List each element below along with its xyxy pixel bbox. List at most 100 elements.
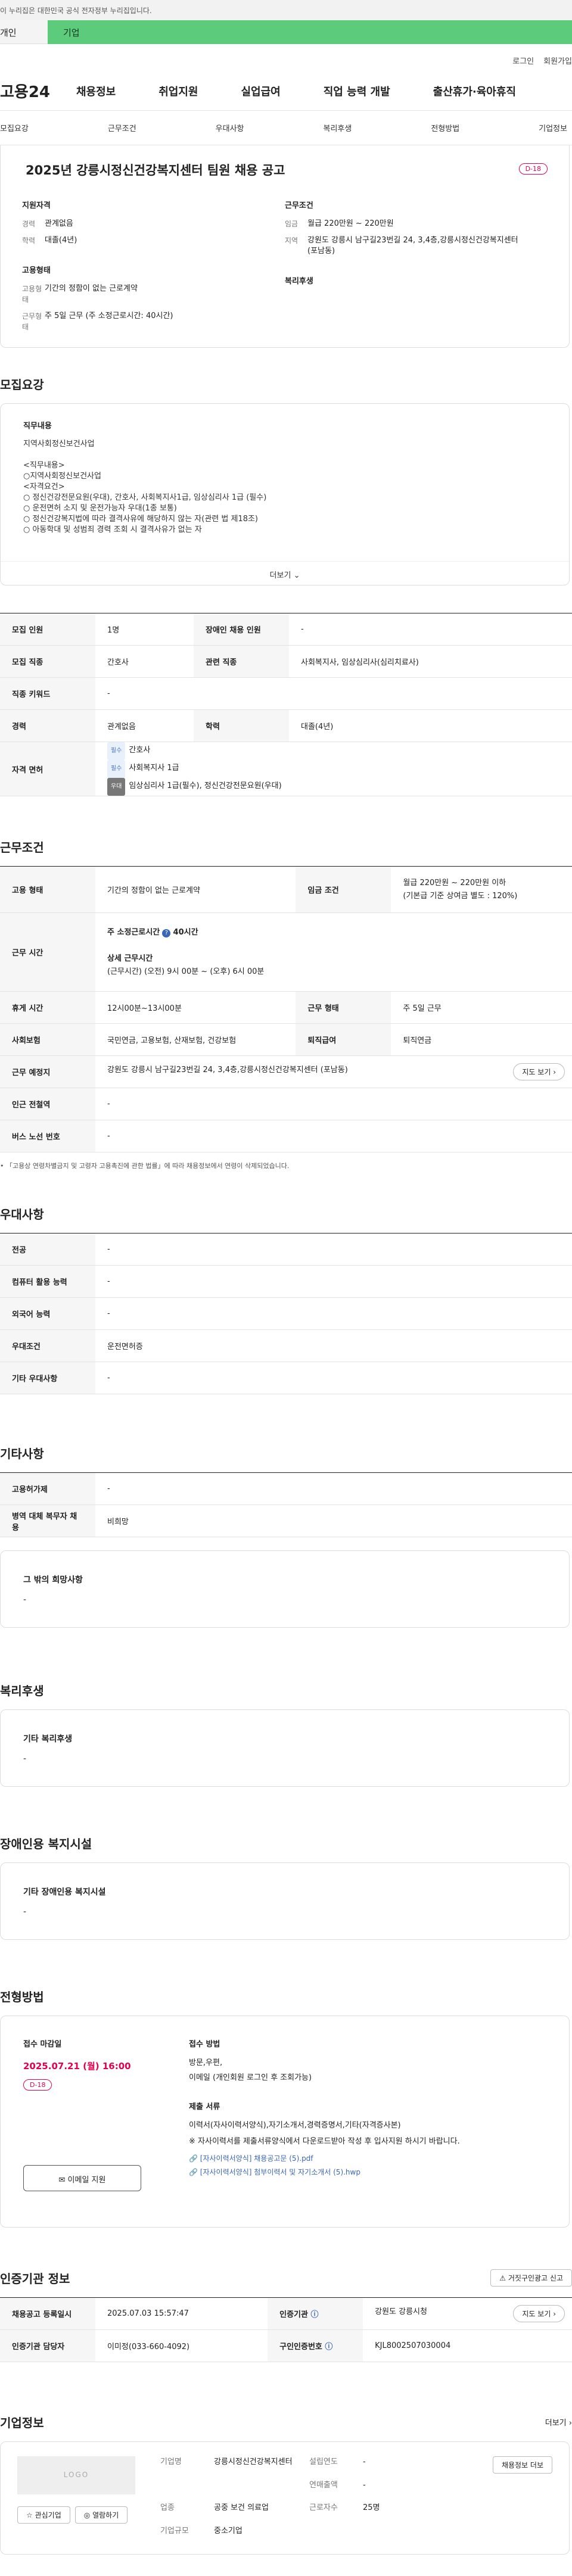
value: 주 5일 근무 — [391, 991, 572, 1024]
label: 근무형태 — [22, 312, 42, 331]
selection-title: 전형방법 — [0, 1990, 44, 2004]
label: 설립연도 — [309, 2457, 338, 2466]
value: 강릉시정신건강복지센터 — [214, 2457, 293, 2466]
gnb-jobs[interactable]: 채용정보 — [76, 83, 116, 99]
label: 외국어 능력 — [0, 1297, 95, 1330]
gov-banner: 이 누리집은 대한민국 공식 전자정부 누리집입니다. — [0, 0, 572, 20]
company-jobs-button[interactable]: 채용정보 더보 — [492, 2456, 552, 2474]
license-name: 사회복지사 1급 — [129, 764, 179, 773]
tab-business[interactable]: 기업 — [48, 20, 572, 44]
wage-value: 월급 220만원 ~ 220만원 이하 (기본급 기준 상여금 별도 : 120%… — [391, 866, 572, 913]
welfare-card: 기타 복리후생 - — [0, 1709, 570, 1787]
value: - — [95, 1088, 572, 1120]
subnav-company[interactable]: 기업정보 — [539, 122, 567, 133]
label: 기타 우대사항 — [0, 1362, 95, 1394]
file-icon: 🔗 — [189, 2154, 198, 2163]
info-icon[interactable]: ⓘ — [310, 2310, 318, 2319]
label: 근무 예정지 — [0, 1055, 95, 1088]
gnb-benefit[interactable]: 실업급여 — [241, 83, 281, 99]
gnb-training[interactable]: 직업 능력 개발 — [324, 83, 390, 99]
deadline-date: 2025.07.21 (월) 16:00 — [23, 2061, 131, 2072]
info-icon[interactable]: ? — [162, 929, 171, 937]
login-link[interactable]: 로그인 — [512, 55, 534, 71]
org-value: 강원도 강릉시청 지도 보기 › — [363, 2297, 572, 2330]
value: 국민연금, 고용보험, 산재보험, 건강보험 — [95, 1023, 296, 1056]
label: 채용공고 등록일시 — [0, 2297, 95, 2330]
company-logo-area: LOGO ☆ 관심기업 ◎ 열람하기 — [17, 2456, 160, 2540]
file-link[interactable]: 🔗 [자사이력서양식] 첨부이력서 및 자기소개서 (5).hwp — [189, 2167, 569, 2177]
value: 관계없음 — [95, 709, 194, 742]
label: 연매출액 — [309, 2480, 338, 2490]
label: 기업명 — [160, 2457, 182, 2466]
value: 25명 — [363, 2503, 380, 2512]
follow-icon: ◎ — [83, 2511, 91, 2519]
other-wish-card: 그 밖의 희망사항 - — [0, 1550, 570, 1628]
email-apply-button[interactable]: ✉ 이메일 지원 — [23, 2165, 141, 2191]
label: 버스 노선 번호 — [0, 1120, 95, 1152]
company-more-link[interactable]: 더보기 › — [545, 2416, 572, 2428]
tab-personal[interactable]: 개인 — [0, 20, 48, 44]
hours-value: 주 소정근로시간 ? 40시간 상세 근무시간 (근무시간) (오전) 9시 0… — [95, 912, 572, 992]
disabled-card: 기타 장애인용 복지시설 - — [0, 1862, 570, 1940]
gnb-leave[interactable]: 출산휴가·육아휴직 — [433, 83, 516, 99]
gnb-support[interactable]: 취업지원 — [158, 83, 198, 99]
label: 자격 면허 — [0, 742, 95, 796]
follow-button[interactable]: ◎ 열람하기 — [74, 2506, 128, 2524]
job-title: 2025년 강릉시정신건강복지센터 팀원 채용 공고 — [26, 163, 285, 177]
duty-more-button[interactable]: 더보기 ⌄ — [1, 561, 569, 585]
disabled-title: 장애인용 복지시설 — [0, 1837, 92, 1851]
site-logo[interactable]: 고용24 — [0, 80, 76, 102]
company-header: 기업정보 더보기 › — [0, 2413, 572, 2431]
work-title: 근무조건 — [0, 840, 44, 855]
subnav-work[interactable]: 근무조건 — [108, 122, 136, 133]
subnav-selection[interactable]: 전형방법 — [431, 122, 459, 133]
subnav-recruit[interactable]: 모집요강 — [0, 122, 29, 133]
required-tag: 필수 — [107, 760, 126, 778]
duty-text: 지역사회정신보건사업 <직무내용> ○지역사회정신보건사업 <자격요건> ○ 정… — [23, 440, 267, 534]
employment-heading: 고용형태 — [22, 266, 51, 275]
report-icon: ⚠ — [499, 2274, 506, 2282]
agency-map-button[interactable]: 지도 보기 › — [513, 2305, 565, 2322]
hours-detail: (근무시간) (오전) 9시 00분 ~ (오후) 6시 00분 — [107, 967, 265, 976]
label: 인증기관 담당자 — [0, 2329, 95, 2362]
signup-link[interactable]: 회원가입 — [543, 55, 572, 71]
recruit-table: 모집 인원 1명 장애인 채용 인원 - 모집 직종 간호사 관련 직종 사회복지사, 임상… — [0, 613, 572, 796]
file-name: [자사이력서양식] 채용공고문 (5).pdf — [200, 2154, 313, 2163]
value: - — [95, 1265, 572, 1298]
util-links: 로그인 회원가입 — [0, 44, 572, 71]
value: 1명 — [95, 613, 194, 646]
section-nav: 모집요강 근무조건 우대사항 복리후생 전형방법 기업정보 — [0, 111, 572, 145]
label: 직종 키워드 — [0, 677, 95, 710]
age-note: • 「고용상 연령차별금지 및 고령자 고용촉진에 관한 법률」에 따라 채용정… — [0, 1162, 290, 1170]
map-label: 지도 보기 — [522, 1068, 551, 1076]
label: 경력 — [22, 220, 36, 228]
dday-badge: D-18 — [518, 163, 548, 175]
label: 고용허가제 — [0, 1472, 95, 1505]
map-button[interactable]: 지도 보기 › — [513, 1063, 565, 1080]
company-more-label: 더보기 — [545, 2419, 567, 2428]
hours-total: 40시간 — [173, 927, 198, 937]
agency-title: 인증기관 정보 — [0, 2272, 70, 2286]
favorite-button[interactable]: ☆ 관심기업 — [17, 2506, 70, 2524]
pref-table: 전공 - 컴퓨터 활용 능력 - 외국어 능력 - 우대조건 운전면허증 기타 우대사항… — [0, 1233, 572, 1394]
hours-detail-label: 상세 근무시간 — [107, 954, 153, 963]
subnav-welfare[interactable]: 복리후생 — [323, 122, 352, 133]
label: 구인인증번호 ⓘ — [268, 2329, 363, 2362]
label: 임금 — [285, 220, 299, 228]
global-nav: 고용24 채용정보 취업지원 실업급여 직업 능력 개발 출산휴가·육아휴직 — [0, 71, 572, 111]
value: 간호사 — [95, 645, 194, 678]
hours-label: 주 소정근로시간 — [107, 927, 160, 937]
gov-banner-text: 이 누리집은 대한민국 공식 전자정부 누리집입니다. — [0, 7, 152, 15]
info-icon[interactable]: ⓘ — [325, 2343, 332, 2351]
email-apply-label: 이메일 지원 — [67, 2176, 106, 2185]
value: - — [95, 1297, 572, 1330]
report-button[interactable]: ⚠ 거짓구인광고 신고 — [490, 2269, 572, 2287]
label-text: 인증기관 — [279, 2310, 308, 2319]
value: 관계없음 — [45, 219, 73, 228]
file-link[interactable]: 🔗 [자사이력서양식] 채용공고문 (5).pdf — [189, 2153, 569, 2163]
file-icon: 🔗 — [189, 2168, 198, 2176]
other-wish-heading: 그 밖의 희망사항 — [23, 1575, 83, 1585]
deadline-panel: 접수 마감일 2025.07.21 (월) 16:00 D-18 ✉ 이메일 지… — [23, 2038, 178, 2227]
value: KJL8002507030004 — [363, 2329, 572, 2362]
subnav-pref[interactable]: 우대사항 — [216, 122, 244, 133]
